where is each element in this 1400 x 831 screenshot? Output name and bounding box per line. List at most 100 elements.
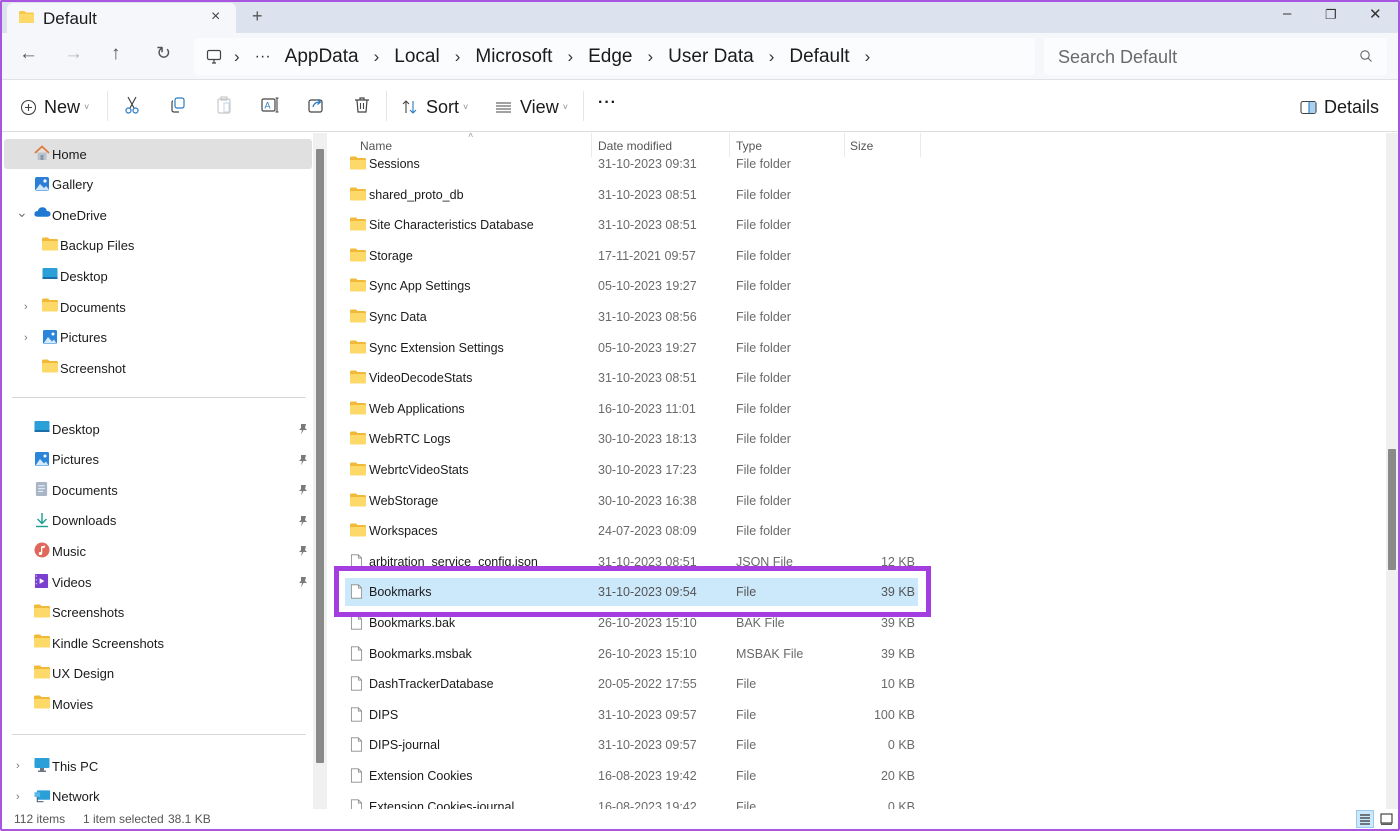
file-type: File folder — [736, 524, 791, 539]
sidebar-item-gallery[interactable]: Gallery — [4, 170, 312, 200]
cut-icon[interactable] — [122, 95, 142, 115]
sidebar-item-pictures[interactable]: › Pictures — [4, 323, 312, 353]
back-button[interactable]: ← — [19, 43, 38, 65]
folder-row[interactable]: shared_proto_db 31-10-2023 08:51 File fold… — [345, 181, 918, 209]
sidebar-item-desktop[interactable]: Desktop — [4, 414, 312, 444]
sidebar-item-screenshot[interactable]: Screenshot — [4, 353, 312, 383]
sidebar-item-home[interactable]: Home — [4, 139, 312, 169]
minimize-button[interactable]: – — [1283, 5, 1291, 22]
file-row[interactable]: DIPS-journal 31-10-2023 09:57 File 0 KB — [345, 731, 918, 759]
breadcrumb-default[interactable]: Default — [789, 46, 849, 68]
thumbnail-view-toggle[interactable] — [1377, 810, 1395, 828]
breadcrumb-edge[interactable]: Edge — [588, 46, 632, 68]
file-row[interactable]: Bookmarks.msbak 26-10-2023 15:10 MSBAK Fil… — [345, 640, 918, 668]
delete-icon[interactable] — [352, 95, 372, 115]
rename-icon[interactable]: A — [260, 95, 280, 115]
refresh-button[interactable]: ↻ — [156, 43, 171, 64]
paste-icon[interactable] — [214, 95, 234, 115]
file-row[interactable]: DIPS 31-10-2023 09:57 File 100 KB — [345, 701, 918, 729]
breadcrumb-separator[interactable]: › — [455, 47, 461, 67]
sort-button[interactable]: Sort ˅ — [401, 93, 468, 121]
breadcrumb-overflow[interactable]: ··· — [255, 48, 271, 66]
sidebar-item-onedrive[interactable]: ⌄ OneDrive — [4, 200, 312, 230]
folder-row[interactable]: Sync App Settings 05-10-2023 19:27 File fo… — [345, 272, 918, 300]
folder-row[interactable]: WebRTC Logs 30-10-2023 18:13 File folder — [345, 425, 918, 453]
navigation-pane: Home Gallery ⌄ OneDrive Backup Files Desktop ›… — [2, 133, 312, 809]
folder-row[interactable]: VideoDecodeStats 31-10-2023 08:51 File fol… — [345, 364, 918, 392]
sidebar-item-music[interactable]: Music — [4, 536, 312, 566]
folder-row[interactable]: Sync Data 31-10-2023 08:56 File folder — [345, 303, 918, 331]
breadcrumb-user-data[interactable]: User Data — [668, 46, 754, 68]
file-row[interactable]: arbitration_service_config.json 31-10-202… — [345, 548, 918, 576]
file-name: Storage — [369, 248, 413, 263]
sidebar-item-kindle-screenshots[interactable]: Kindle Screenshots — [4, 628, 312, 658]
tab-close-button[interactable]: × — [211, 8, 220, 26]
breadcrumb-separator[interactable]: › — [769, 47, 775, 67]
close-window-button[interactable]: ✕ — [1369, 5, 1382, 23]
search-input[interactable] — [1058, 44, 1348, 70]
view-button[interactable]: View ˅ — [495, 93, 568, 121]
sidebar-item-label: Desktop — [60, 268, 108, 284]
folder-row[interactable]: Sessions 31-10-2023 09:31 File folder — [345, 150, 918, 178]
breadcrumb-separator[interactable]: › — [374, 47, 380, 67]
breadcrumb-separator[interactable]: › — [567, 47, 573, 67]
tab-default[interactable]: Default × — [7, 3, 236, 33]
file-row[interactable]: Extension Cookies-journal 16-08-2023 19:4… — [345, 793, 918, 809]
file-row[interactable]: Bookmarks 31-10-2023 09:54 File 39 KB — [345, 578, 918, 607]
chevron-right-icon[interactable]: › — [16, 791, 20, 803]
breadcrumb-separator[interactable]: › — [648, 47, 654, 67]
forward-button[interactable]: → — [64, 43, 83, 65]
sidebar-item-pictures[interactable]: Pictures — [4, 445, 312, 475]
folder-row[interactable]: Site Characteristics Database 31-10-2023 … — [345, 211, 918, 239]
sidebar-item-videos[interactable]: Videos — [4, 567, 312, 597]
copy-icon[interactable] — [168, 95, 188, 115]
videos-icon — [34, 573, 50, 589]
sidebar-item-documents[interactable]: › Documents — [4, 292, 312, 322]
folder-icon — [350, 401, 366, 415]
folder-row[interactable]: WebrtcVideoStats 30-10-2023 17:23 File fol… — [345, 456, 918, 484]
file-type: File folder — [736, 371, 791, 386]
file-row[interactable]: DashTrackerDatabase 20-05-2022 17:55 File 1… — [345, 670, 918, 698]
sidebar-item-downloads[interactable]: Downloads — [4, 506, 312, 536]
new-tab-button[interactable]: + — [252, 6, 263, 27]
breadcrumb-microsoft[interactable]: Microsoft — [475, 46, 552, 68]
file-row[interactable]: Extension Cookies 16-08-2023 19:42 File 20 … — [345, 762, 918, 790]
restore-button[interactable]: ❐ — [1325, 7, 1337, 23]
sidebar-item-documents[interactable]: Documents — [4, 475, 312, 505]
chevron-right-icon[interactable]: › — [24, 301, 28, 313]
file-row[interactable]: Bookmarks.bak 26-10-2023 15:10 BAK File 39 … — [345, 609, 918, 637]
chevron-right-icon[interactable]: › — [24, 332, 28, 344]
sidebar-item-backup-files[interactable]: Backup Files — [4, 231, 312, 261]
file-name: DashTrackerDatabase — [369, 677, 494, 692]
search-icon[interactable] — [1359, 49, 1373, 63]
file-list-scrollbar-thumb[interactable] — [1388, 449, 1396, 570]
more-options-button[interactable]: ··· — [598, 89, 617, 117]
sidebar-item-desktop[interactable]: Desktop — [4, 261, 312, 291]
folder-row[interactable]: Web Applications 16-10-2023 11:01 File fol… — [345, 395, 918, 423]
details-view-toggle[interactable] — [1356, 810, 1374, 828]
file-name: Bookmarks — [369, 585, 432, 600]
address-bar[interactable]: › ··· AppData › Local › Microsoft › Edge… — [194, 38, 1035, 75]
sidebar-item-this-pc[interactable]: › This PC — [4, 751, 312, 781]
folder-row[interactable]: Sync Extension Settings 05-10-2023 19:27 F… — [345, 334, 918, 362]
sidebar-item-ux-design[interactable]: UX Design — [4, 659, 312, 689]
breadcrumb-separator[interactable]: › — [234, 47, 240, 67]
chevron-down-icon[interactable]: ⌄ — [16, 204, 28, 221]
sidebar-item-movies[interactable]: Movies — [4, 689, 312, 719]
breadcrumb-appdata[interactable]: AppData — [285, 46, 359, 68]
sidebar-item-network[interactable]: › Network — [4, 782, 312, 809]
details-pane-button[interactable]: Details — [1300, 93, 1379, 121]
share-icon[interactable] — [306, 95, 326, 115]
breadcrumb-separator[interactable]: › — [865, 47, 871, 67]
folder-row[interactable]: Workspaces 24-07-2023 08:09 File folder — [345, 517, 918, 545]
folder-row[interactable]: Storage 17-11-2021 09:57 File folder — [345, 242, 918, 270]
sidebar-item-screenshots[interactable]: Screenshots — [4, 598, 312, 628]
sidebar-scrollbar-thumb[interactable] — [316, 149, 324, 763]
breadcrumb-local[interactable]: Local — [394, 46, 439, 68]
chevron-right-icon[interactable]: › — [16, 760, 20, 772]
folder-row[interactable]: WebStorage 30-10-2023 16:38 File folder — [345, 487, 918, 515]
column-divider[interactable] — [920, 133, 921, 157]
new-button[interactable]: New ˅ — [20, 93, 89, 121]
up-button[interactable]: ↑ — [111, 43, 121, 65]
file-type: File — [736, 769, 757, 783]
